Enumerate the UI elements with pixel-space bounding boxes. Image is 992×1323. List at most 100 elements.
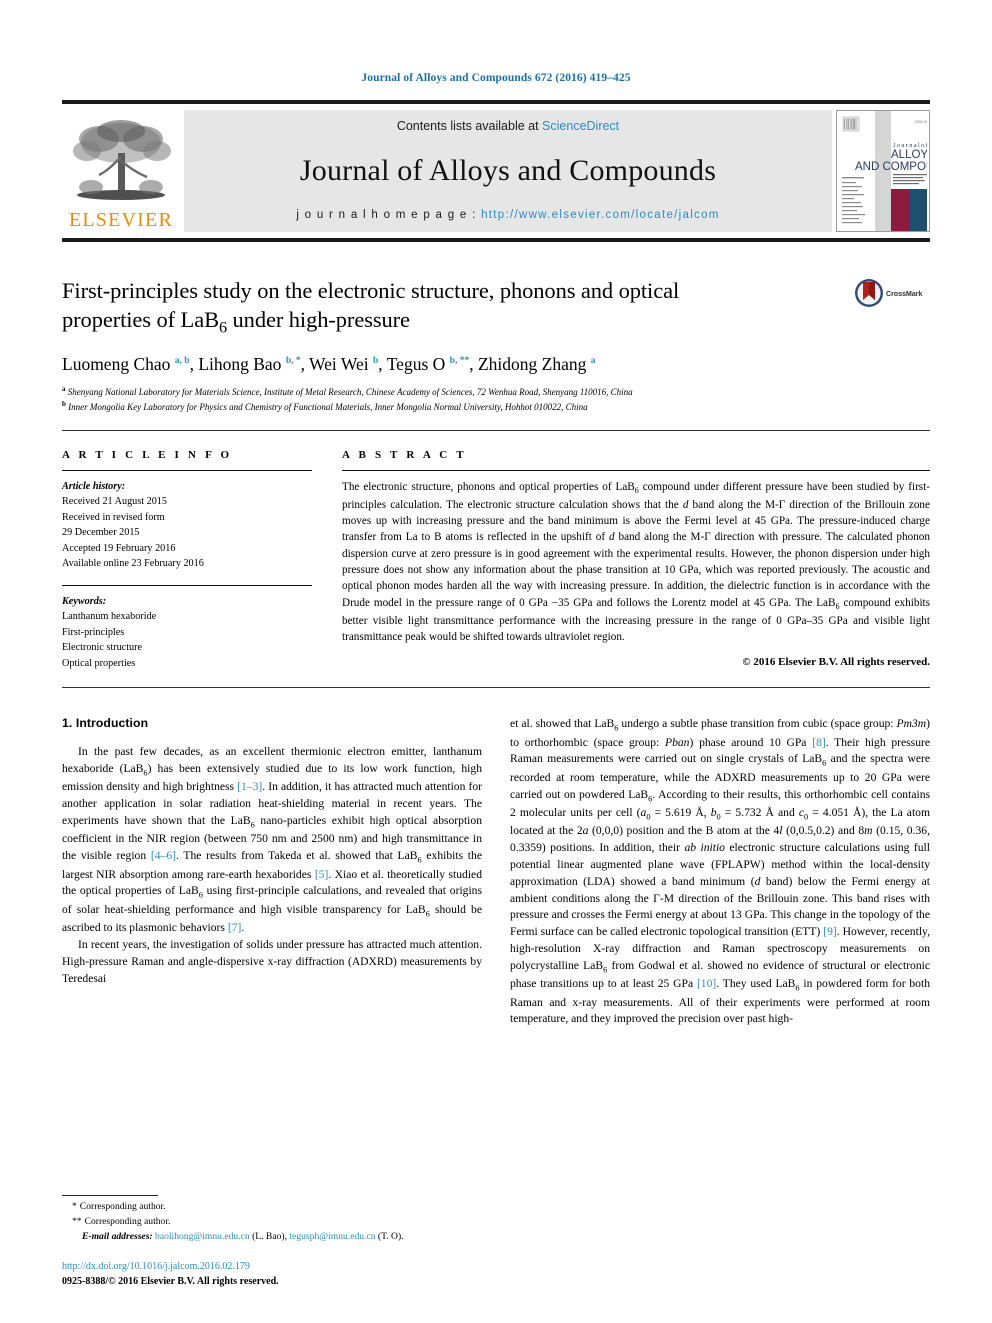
crossmark-icon [855,279,883,307]
author-item: Lihong Bao b, * [198,354,300,374]
affiliation-mark: a [62,384,66,393]
history-item: Received in revised form [62,511,165,523]
homepage-url-link[interactable]: http://www.elsevier.com/locate/jalcom [481,209,720,221]
svg-text:AND COMPOUNDS: AND COMPOUNDS [855,161,927,173]
author-item: Tegus O b, ** [387,354,469,374]
body-column-right: et al. showed that LaB6 undergo a subtle… [510,716,930,1028]
email-link-2[interactable]: tegusph@imnu.edu.cn [289,1231,375,1242]
history-item: Available online 23 February 2016 [62,558,204,570]
doi-block: http://dx.doi.org/10.1016/j.jalcom.2016.… [62,1259,462,1289]
journal-homepage-line: j o u r n a l h o m e p a g e : http://w… [296,209,719,221]
article-history-label: Article history: [62,480,126,492]
author-affil-mark[interactable]: a, b [175,356,190,366]
email-link-1[interactable]: baolihong@imnu.edu.cn [155,1231,250,1242]
article-history-block: Article history: Received 21 August 2015… [62,479,312,572]
issn-copyright-line: 0925-8388/© 2016 Elsevier B.V. All right… [62,1276,279,1287]
author-name: Lihong Bao [198,353,282,374]
email-addresses-label: E-mail addresses: [82,1231,153,1243]
masthead-center-panel: Contents lists available at ScienceDirec… [184,110,832,232]
homepage-label: j o u r n a l h o m e p a g e : [296,209,482,221]
abstract-heading: A B S T R A C T [342,448,467,461]
paragraph: In recent years, the investigation of so… [62,938,482,985]
author-name: Luomeng Chao [62,353,171,374]
keyword-item: First-principles [62,626,125,638]
footnote-mark: * [72,1201,77,1213]
title-block: First-principles study on the electronic… [62,276,930,339]
abstract-column: A B S T R A C T The electronic structure… [342,448,931,669]
abstract-rule [342,469,930,471]
citation-ref[interactable]: [8] [812,736,826,749]
author-sep: , [189,353,199,374]
footnote-mark: ** [72,1216,82,1228]
paper-page: Journal of Alloys and Compounds 672 (201… [0,0,992,1323]
svg-text:ISSN 0925-8388: ISSN 0925-8388 [915,120,927,124]
contents-available-line: Contents lists available at ScienceDirec… [397,119,619,133]
title-line-1: First-principles study on the electronic… [62,278,680,303]
paragraph: In the past few decades, as an excellent… [62,745,483,935]
author-name: Wei Wei [309,353,369,374]
body-columns: 1. Introduction In the past few decades,… [62,716,930,1028]
title-line-2-post: under high-pressure [227,307,411,333]
author-item: Wei Wei b [309,354,378,374]
citation-ref[interactable]: [10] [697,977,716,990]
running-head: Journal of Alloys and Compounds 672 (201… [361,72,631,84]
author-sep: , [378,353,387,374]
article-info-rule [62,469,312,471]
journal-cover-thumbnail: ISSN 0925-8388 J o u r n a l o f ALLOYS … [836,110,930,232]
citation-ref[interactable]: [4–6] [151,849,176,862]
citation-ref[interactable]: [7] [228,921,242,934]
citation-ref[interactable]: [5] [315,868,329,881]
affiliation-text: Inner Mongolia Key Laboratory for Physic… [68,401,588,412]
footnote-emails: E-mail addresses: baolihong@imnu.edu.cn … [62,1230,462,1245]
footnote-text: Corresponding author. [79,1201,166,1213]
keywords-body: Keywords: Lanthanum hexaboride First-pri… [62,594,312,672]
footnote-corresponding-1: * Corresponding author. [62,1200,462,1215]
keyword-item: Lanthanum hexaboride [62,611,157,623]
doi-link[interactable]: http://dx.doi.org/10.1016/j.jalcom.2016.… [62,1259,462,1274]
history-item: Accepted 19 February 2016 [62,542,176,554]
footnote-rule [62,1195,158,1197]
title-subscript: 6 [219,318,227,337]
affiliation-text: Shenyang National Laboratory for Materia… [67,386,633,397]
author-sep: , [300,353,310,374]
author-item: Zhidong Zhang a [478,354,596,374]
title-text-wrap: First-principles study on the electronic… [62,276,854,339]
paragraph: et al. showed that LaB6 undergo a subtle… [510,717,930,1026]
elsevier-tree-icon [73,120,171,200]
abstract-copyright: © 2016 Elsevier B.V. All rights reserved… [742,656,930,669]
author-list: Luomeng Chao a, b, Lihong Bao b, *, Wei … [62,353,930,376]
keywords-label: Keywords: [62,595,107,607]
author-name: Zhidong Zhang [477,353,587,374]
keywords-block: Keywords: Lanthanum hexaboride First-pri… [62,584,312,672]
author-affil-mark[interactable]: a [591,356,596,366]
contents-prefix: Contents lists available at [396,119,543,133]
citation-ref[interactable]: [1–3] [237,780,262,793]
page-title: First-principles study on the electronic… [62,276,840,339]
article-info-column: A R T I C L E I N F O Article history: R… [62,449,342,672]
affiliation-item: a Shenyang National Laboratory for Mater… [62,384,930,399]
abstract-text: The electronic structure, phonons and op… [342,480,931,644]
elsevier-logo: ELSEVIER [62,110,180,232]
sciencedirect-link[interactable]: ScienceDirect [542,119,619,133]
author-affil-mark[interactable]: b, ** [450,356,470,366]
footnote-text: Corresponding author. [84,1216,171,1228]
affiliation-mark: b [62,399,66,408]
abstract-section-divider [62,687,930,689]
crossmark-badge[interactable]: CrossMark [854,276,930,308]
author-item: Luomeng Chao a, b [62,354,190,374]
email-owner-2: (T. O). [377,1231,404,1243]
article-info-heading: A R T I C L E I N F O [62,448,233,461]
journal-cover-art: ISSN 0925-8388 J o u r n a l o f ALLOYS … [837,111,929,231]
journal-title: Journal of Alloys and Compounds [299,154,717,187]
author-affil-mark[interactable]: b, * [286,356,301,366]
keywords-rule [62,584,312,586]
elsevier-wordmark: ELSEVIER [68,209,174,231]
keyword-item: Electronic structure [62,642,143,654]
citation-ref[interactable]: [9] [823,925,837,938]
info-abstract-region: A R T I C L E I N F O Article history: R… [62,449,930,672]
keyword-item: Optical properties [62,657,136,669]
email-owner-1: (L. Bao), [252,1231,287,1243]
section-heading-introduction: 1. Introduction [62,716,149,731]
history-item: 29 December 2015 [62,527,140,539]
crossmark-label: CrossMark [886,288,923,298]
